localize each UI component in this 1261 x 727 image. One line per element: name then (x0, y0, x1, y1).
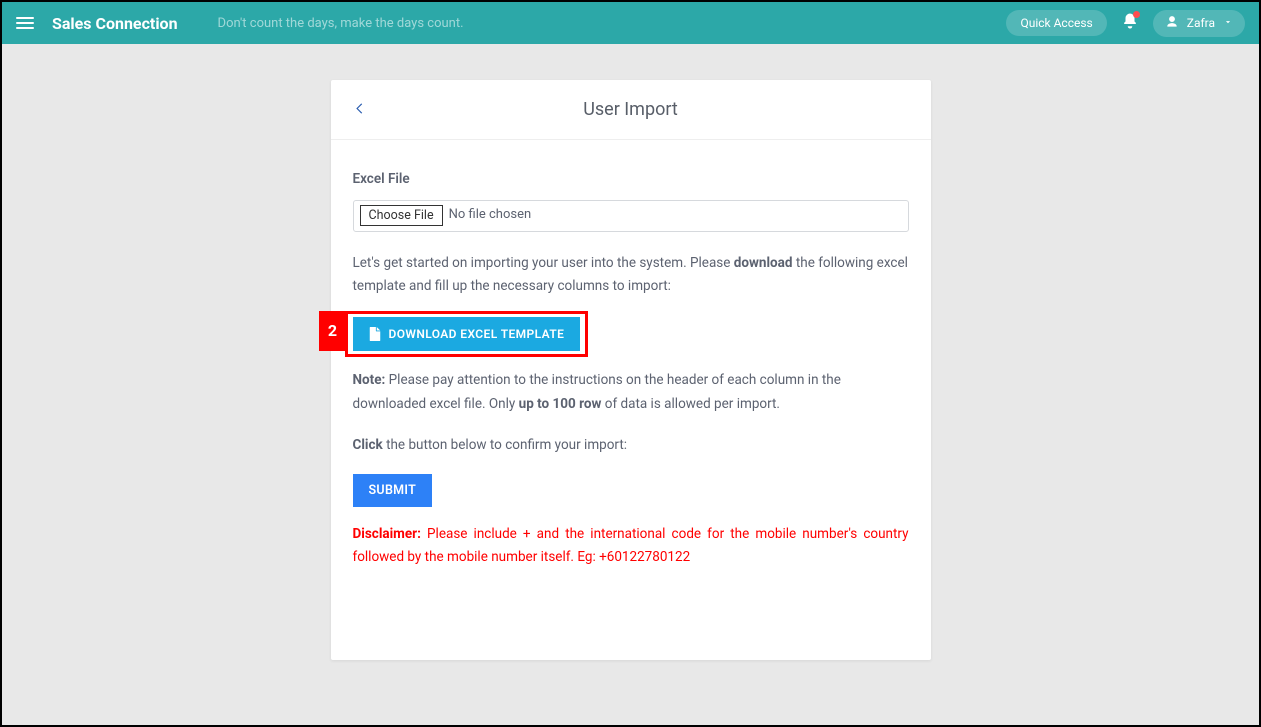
tagline-text: Don't count the days, make the days coun… (218, 16, 1007, 31)
notification-bell-icon[interactable] (1121, 12, 1139, 34)
step-number-badge: 2 (319, 311, 347, 351)
avatar-icon (1165, 15, 1179, 32)
page-content: User Import Excel File Choose File No fi… (2, 44, 1259, 660)
file-icon (369, 327, 381, 341)
download-button-label: DOWNLOAD EXCEL TEMPLATE (389, 327, 565, 341)
file-chosen-status: No file chosen (449, 204, 532, 227)
intro-paragraph: Let's get started on importing your user… (353, 252, 909, 299)
user-import-card: User Import Excel File Choose File No fi… (331, 80, 931, 660)
disclaimer-label: Disclaimer: (353, 526, 421, 542)
download-button-wrap: 2 DOWNLOAD EXCEL TEMPLATE (353, 317, 581, 351)
excel-file-label: Excel File (353, 168, 909, 192)
disclaimer-paragraph: Disclaimer: Please include + and the int… (353, 523, 909, 570)
note-label: Note: (353, 372, 386, 388)
click-label: Click (353, 437, 383, 453)
click-paragraph: Click the button below to confirm your i… (353, 434, 909, 458)
page-title: User Import (583, 99, 678, 120)
click-text: the button below to confirm your import: (383, 437, 627, 453)
submit-button[interactable]: SUBMIT (353, 474, 433, 507)
note-paragraph: Note: Please pay attention to the instru… (353, 369, 909, 416)
notification-indicator-dot (1133, 11, 1140, 18)
user-name-label: Zafra (1187, 16, 1215, 30)
hamburger-menu-icon[interactable] (16, 16, 34, 30)
back-button[interactable] (353, 100, 367, 119)
choose-file-button[interactable]: Choose File (360, 205, 443, 226)
note-bold: up to 100 row (519, 396, 602, 412)
disclaimer-text: Please include + and the international c… (353, 526, 909, 566)
quick-access-button[interactable]: Quick Access (1006, 10, 1106, 36)
top-bar: Sales Connection Don't count the days, m… (2, 2, 1259, 44)
chevron-down-icon (1223, 16, 1233, 30)
note-text-2: of data is allowed per import. (601, 396, 780, 412)
download-excel-template-button[interactable]: DOWNLOAD EXCEL TEMPLATE (353, 317, 581, 351)
brand-title: Sales Connection (52, 14, 178, 33)
file-input-row[interactable]: Choose File No file chosen (353, 200, 909, 232)
intro-text-prefix: Let's get started on importing your user… (353, 255, 734, 271)
card-header: User Import (331, 80, 931, 140)
card-body: Excel File Choose File No file chosen Le… (331, 140, 931, 570)
user-menu-button[interactable]: Zafra (1153, 10, 1245, 37)
intro-text-bold: download (734, 255, 793, 271)
